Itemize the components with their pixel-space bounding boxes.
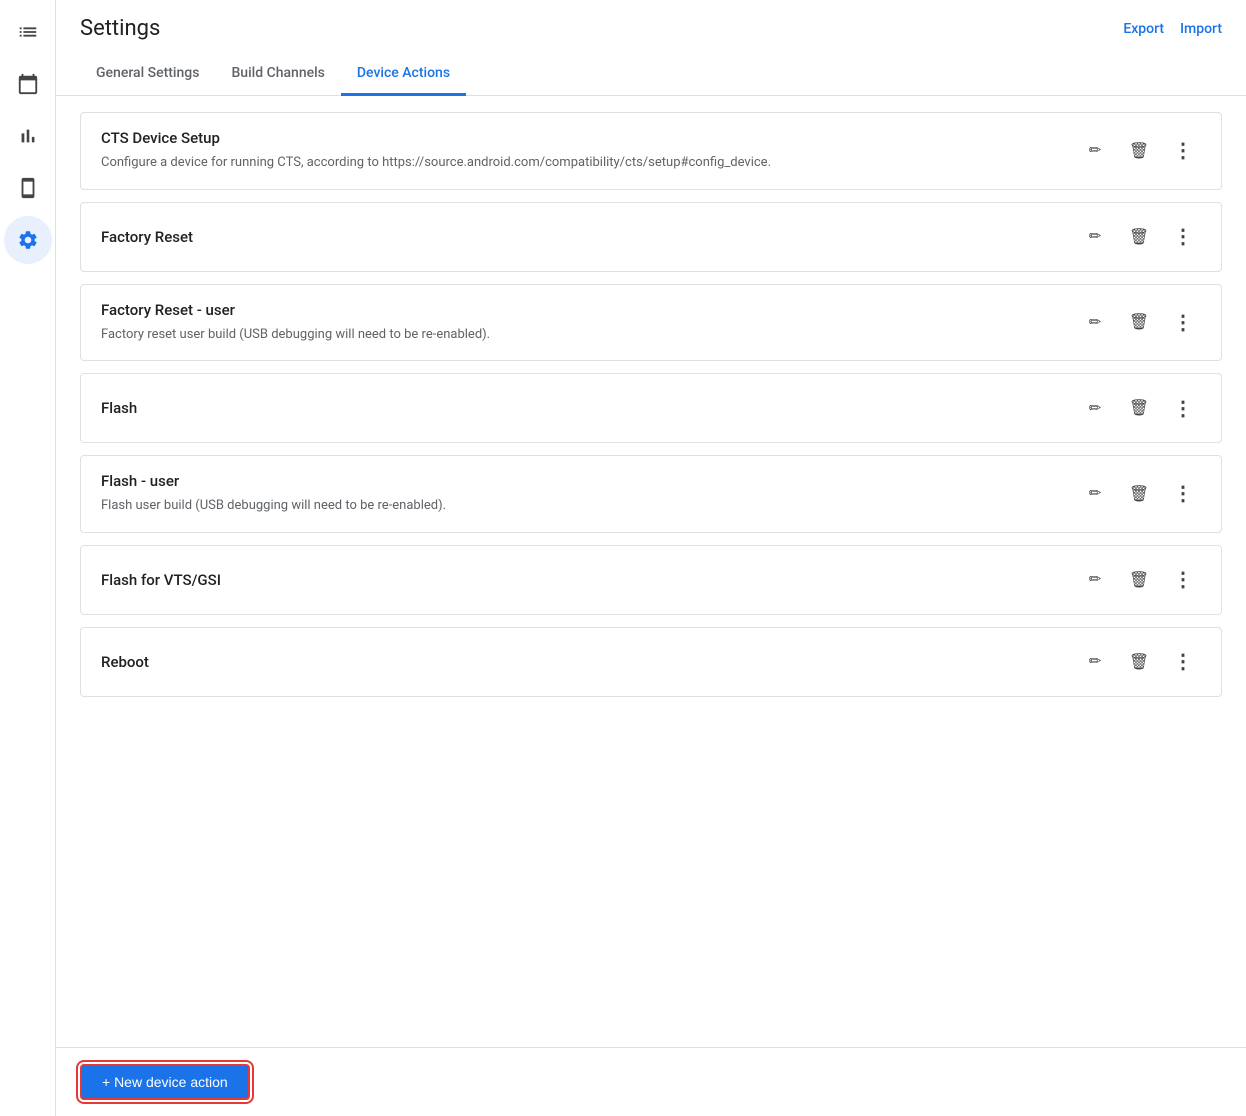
action-card-header: Flash for VTS/GSI xyxy=(101,562,1201,598)
pencil-icon xyxy=(1089,570,1102,589)
more-button[interactable] xyxy=(1165,644,1201,680)
new-device-action-button[interactable]: + New device action xyxy=(80,1064,250,1100)
trash-icon xyxy=(1129,570,1149,590)
action-card-factory-reset-user: Factory Reset - user Factory reset user … xyxy=(80,284,1222,362)
edit-button[interactable] xyxy=(1077,133,1113,169)
trash-icon xyxy=(1129,312,1149,332)
phone-icon xyxy=(17,177,39,199)
more-button[interactable] xyxy=(1165,304,1201,340)
sidebar-item-calendar[interactable] xyxy=(4,60,52,108)
more-icon xyxy=(1173,396,1193,421)
action-description: Factory reset user build (USB debugging … xyxy=(101,325,490,345)
action-card-header: Flash xyxy=(101,390,1201,426)
delete-button[interactable] xyxy=(1121,219,1157,255)
delete-button[interactable] xyxy=(1121,562,1157,598)
action-controls xyxy=(1077,390,1201,426)
pencil-icon xyxy=(1089,484,1102,503)
header-actions: Export Import xyxy=(1123,21,1222,37)
trash-icon xyxy=(1129,652,1149,672)
delete-button[interactable] xyxy=(1121,390,1157,426)
tab-device-actions[interactable]: Device Actions xyxy=(341,53,466,96)
more-icon xyxy=(1173,310,1193,335)
tab-general-settings[interactable]: General Settings xyxy=(80,53,215,96)
content-area: CTS Device Setup Configure a device for … xyxy=(56,96,1246,1047)
action-card-header: Reboot xyxy=(101,644,1201,680)
sidebar-item-list[interactable] xyxy=(4,8,52,56)
more-button[interactable] xyxy=(1165,219,1201,255)
action-controls xyxy=(1077,562,1201,598)
action-controls xyxy=(1077,644,1201,680)
more-button[interactable] xyxy=(1165,562,1201,598)
more-icon xyxy=(1173,481,1193,506)
action-title: Flash - user xyxy=(101,472,446,490)
action-card-header: CTS Device Setup Configure a device for … xyxy=(101,129,1201,173)
action-controls xyxy=(1077,219,1201,255)
delete-button[interactable] xyxy=(1121,644,1157,680)
sidebar-item-chart[interactable] xyxy=(4,112,52,160)
import-link[interactable]: Import xyxy=(1180,21,1222,37)
action-card-header: Flash - user Flash user build (USB debug… xyxy=(101,472,1201,516)
action-card-header: Factory Reset - user Factory reset user … xyxy=(101,301,1201,345)
action-card-header: Factory Reset xyxy=(101,219,1201,255)
more-button[interactable] xyxy=(1165,133,1201,169)
action-card-reboot: Reboot xyxy=(80,627,1222,697)
edit-button[interactable] xyxy=(1077,644,1113,680)
trash-icon xyxy=(1129,484,1149,504)
action-card-cts-device-setup: CTS Device Setup Configure a device for … xyxy=(80,112,1222,190)
more-button[interactable] xyxy=(1165,476,1201,512)
action-title: Reboot xyxy=(101,653,149,671)
edit-button[interactable] xyxy=(1077,304,1113,340)
page-header: Settings Export Import xyxy=(56,0,1246,41)
sidebar-item-phone[interactable] xyxy=(4,164,52,212)
action-title: Flash for VTS/GSI xyxy=(101,571,221,589)
action-title: Factory Reset - user xyxy=(101,301,490,319)
action-card-flash-vts-gsi: Flash for VTS/GSI xyxy=(80,545,1222,615)
trash-icon xyxy=(1129,141,1149,161)
action-title: Flash xyxy=(101,399,137,417)
sidebar-item-settings[interactable] xyxy=(4,216,52,264)
page-footer: + New device action xyxy=(56,1047,1246,1116)
edit-button[interactable] xyxy=(1077,390,1113,426)
list-icon xyxy=(17,21,39,43)
chart-icon xyxy=(17,125,39,147)
pencil-icon xyxy=(1089,652,1102,671)
more-icon xyxy=(1173,224,1193,249)
page-title: Settings xyxy=(80,16,160,41)
edit-button[interactable] xyxy=(1077,476,1113,512)
edit-button[interactable] xyxy=(1077,219,1113,255)
sidebar xyxy=(0,0,56,1116)
pencil-icon xyxy=(1089,227,1102,246)
action-card-flash-user: Flash - user Flash user build (USB debug… xyxy=(80,455,1222,533)
action-description: Configure a device for running CTS, acco… xyxy=(101,153,771,173)
action-controls xyxy=(1077,476,1201,512)
delete-button[interactable] xyxy=(1121,476,1157,512)
action-card-flash: Flash xyxy=(80,373,1222,443)
action-description: Flash user build (USB debugging will nee… xyxy=(101,496,446,516)
more-button[interactable] xyxy=(1165,390,1201,426)
settings-icon xyxy=(17,229,39,251)
pencil-icon xyxy=(1089,313,1102,332)
pencil-icon xyxy=(1089,399,1102,418)
more-icon xyxy=(1173,649,1193,674)
delete-button[interactable] xyxy=(1121,133,1157,169)
delete-button[interactable] xyxy=(1121,304,1157,340)
pencil-icon xyxy=(1089,141,1102,160)
tab-build-channels[interactable]: Build Channels xyxy=(215,53,340,96)
action-title: CTS Device Setup xyxy=(101,129,771,147)
action-controls xyxy=(1077,133,1201,169)
trash-icon xyxy=(1129,398,1149,418)
main-content: Settings Export Import General Settings … xyxy=(56,0,1246,1116)
export-link[interactable]: Export xyxy=(1123,21,1164,37)
more-icon xyxy=(1173,567,1193,592)
edit-button[interactable] xyxy=(1077,562,1113,598)
trash-icon xyxy=(1129,227,1149,247)
calendar-icon xyxy=(17,73,39,95)
action-title: Factory Reset xyxy=(101,228,193,246)
action-controls xyxy=(1077,304,1201,340)
action-card-factory-reset: Factory Reset xyxy=(80,202,1222,272)
tabs-bar: General Settings Build Channels Device A… xyxy=(56,53,1246,96)
more-icon xyxy=(1173,138,1193,163)
